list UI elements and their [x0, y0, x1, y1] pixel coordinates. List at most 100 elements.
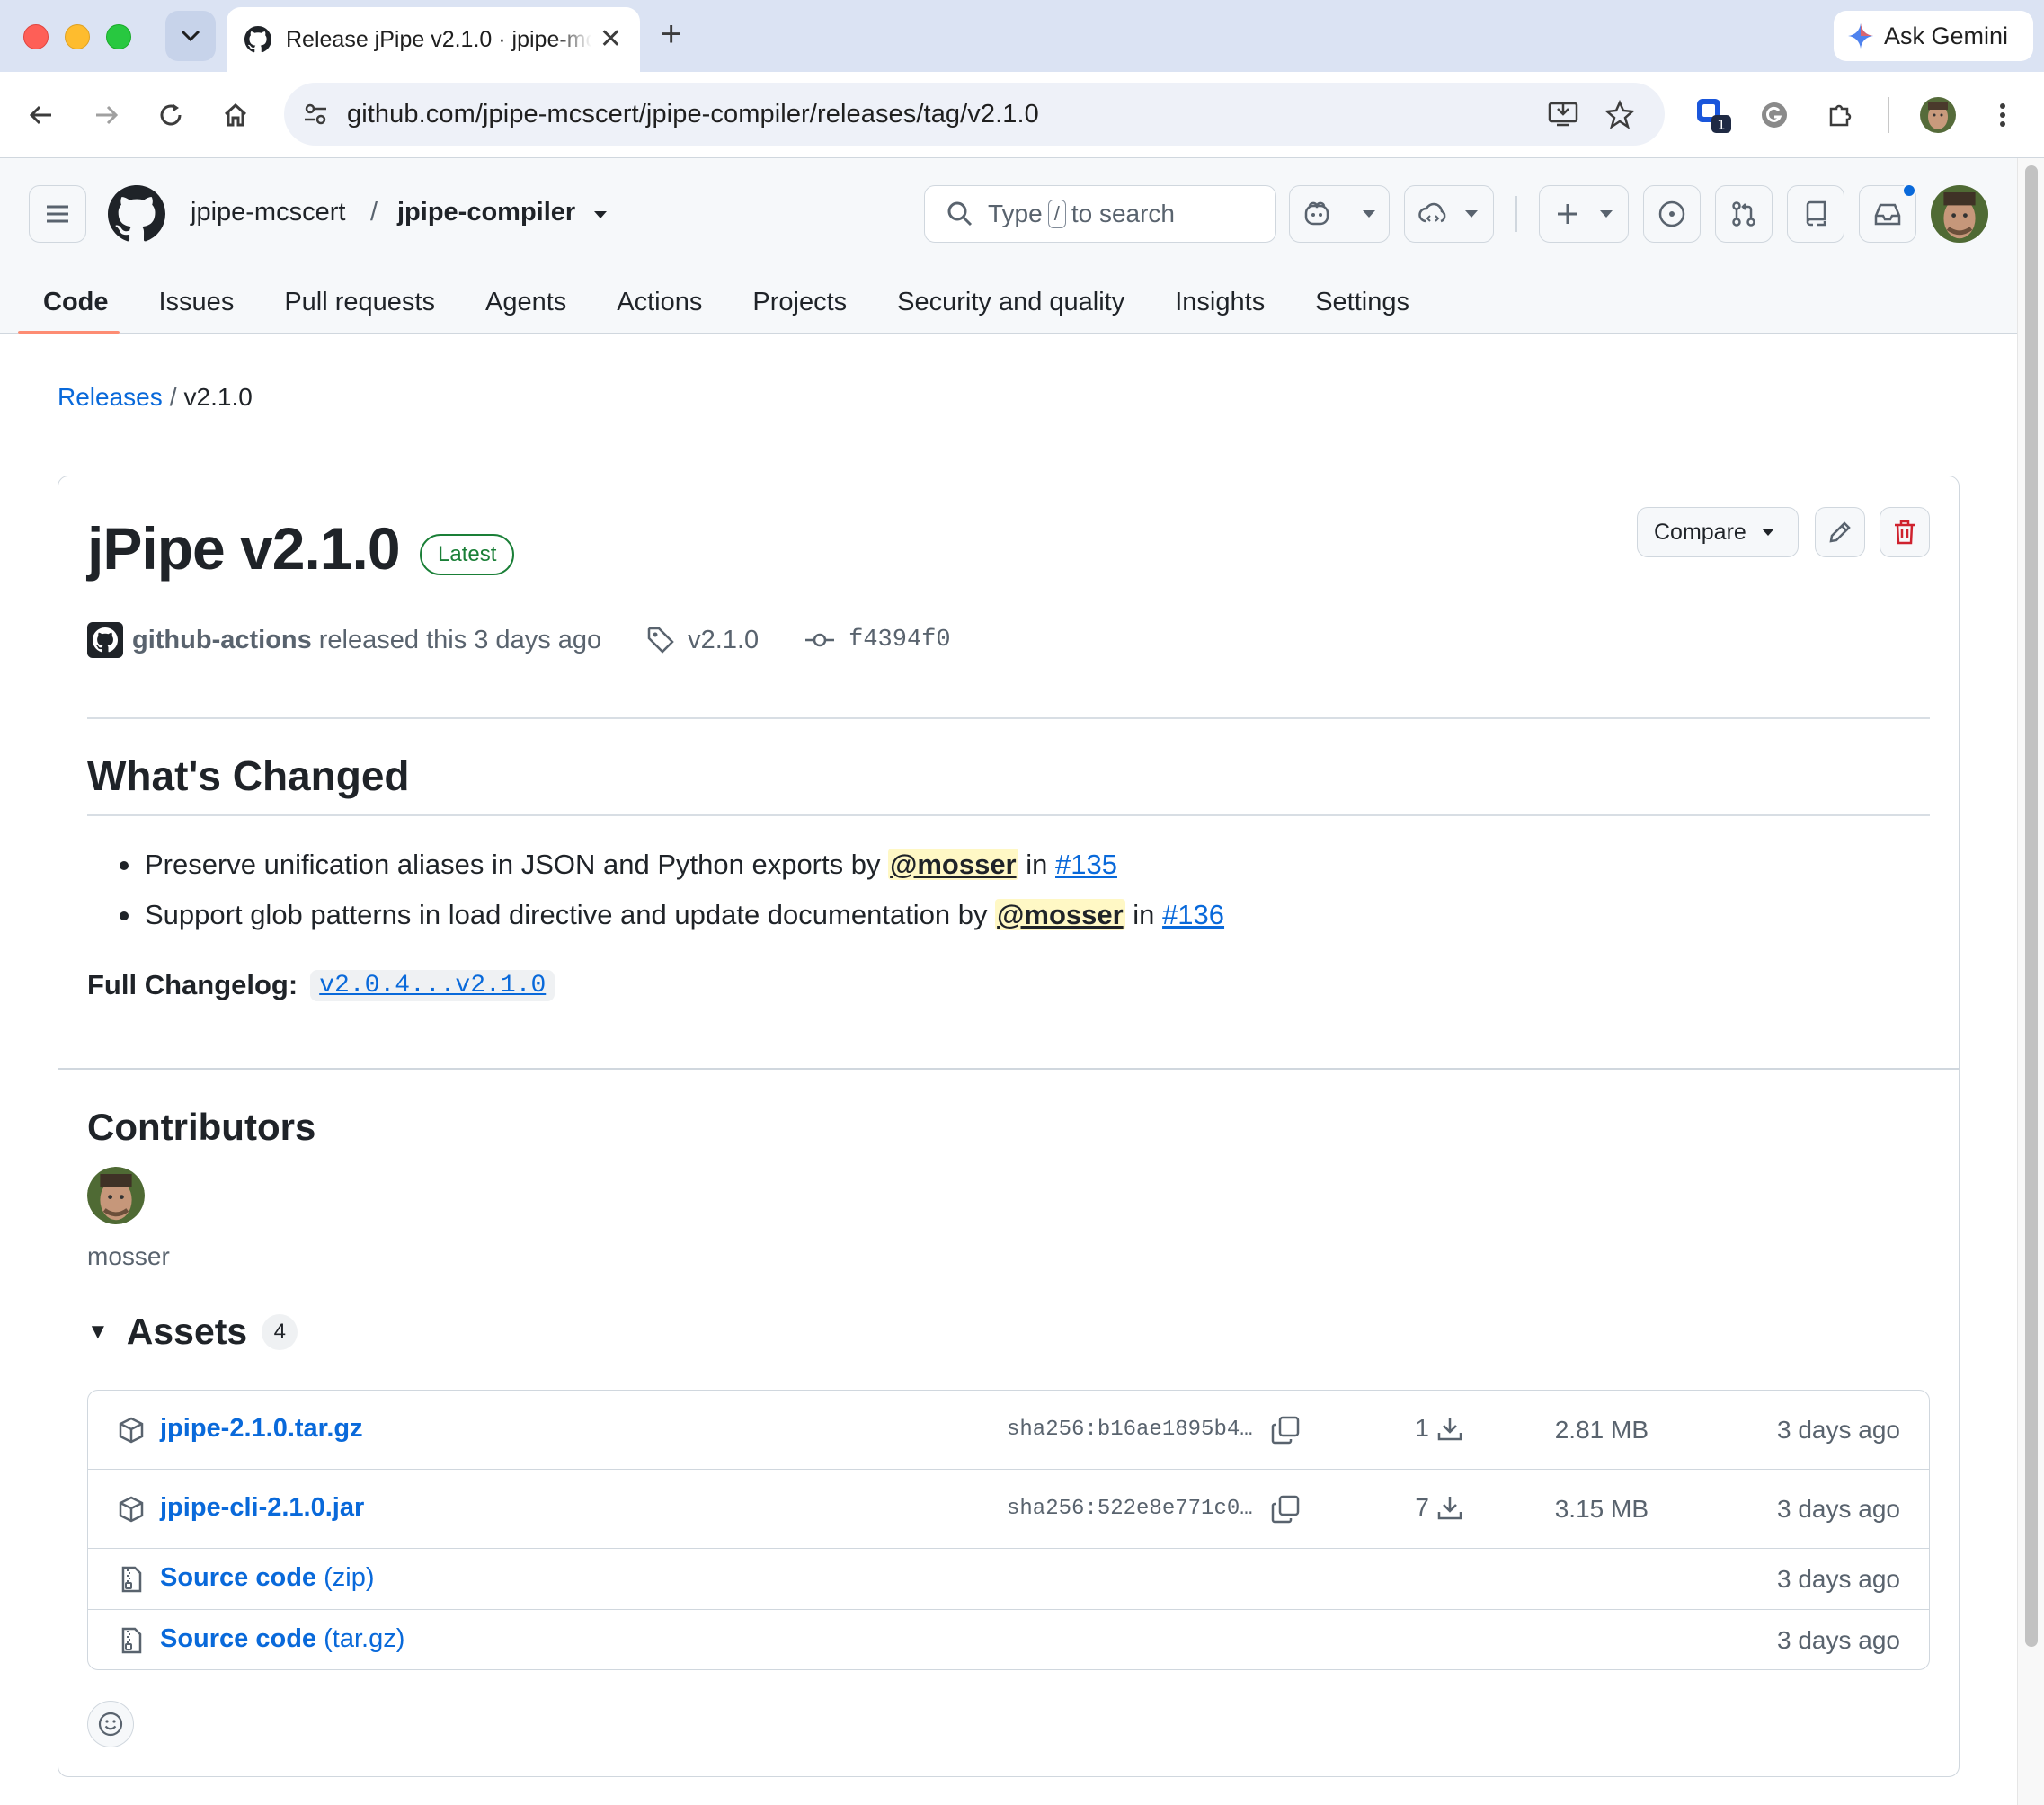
github-logo-icon[interactable]: [108, 185, 165, 243]
search-input[interactable]: Type / to search: [924, 185, 1276, 243]
user-avatar[interactable]: [1931, 185, 1988, 243]
extension-tasks-button[interactable]: 1: [1692, 93, 1735, 137]
tab-search-button[interactable]: [165, 11, 216, 61]
copy-icon[interactable]: [1269, 1414, 1302, 1446]
ask-gemini-button[interactable]: Ask Gemini: [1834, 11, 2033, 61]
add-reaction-button[interactable]: [87, 1701, 134, 1747]
window-minimize-button[interactable]: [65, 24, 90, 49]
reload-button[interactable]: [149, 93, 192, 137]
copilot-button[interactable]: [1289, 185, 1390, 243]
table-row: jpipe-2.1.0.tar.gz sha256:b16ae1895b4… 1…: [88, 1391, 1929, 1470]
edit-release-button[interactable]: [1815, 507, 1865, 557]
profile-button[interactable]: [1916, 93, 1960, 137]
source-code-zip-link[interactable]: Source code (zip): [160, 1563, 375, 1593]
release-title[interactable]: jPipe v2.1.0: [87, 514, 401, 582]
file-zip-icon: [121, 1627, 142, 1654]
reload-icon: [160, 104, 182, 126]
source-code-targz-link[interactable]: Source code (tar.gz): [160, 1624, 404, 1654]
github-actions-avatar[interactable]: [87, 622, 123, 658]
forward-button[interactable]: [84, 93, 128, 137]
page-scrollbar[interactable]: [2017, 158, 2044, 1805]
caret-down-icon[interactable]: [1362, 209, 1376, 218]
release-commit-link[interactable]: f4394f0: [849, 627, 950, 654]
table-row: jpipe-cli-2.1.0.jar sha256:522e8e771c0… …: [88, 1470, 1929, 1549]
back-button[interactable]: [20, 93, 63, 137]
asset-date: 3 days ago: [1777, 1416, 1900, 1444]
contributor-avatar[interactable]: [87, 1167, 145, 1224]
repo-icon: [1806, 200, 1826, 227]
delete-release-button[interactable]: [1880, 507, 1930, 557]
window-maximize-button[interactable]: [106, 24, 131, 49]
tab-projects[interactable]: Projects: [727, 270, 872, 334]
ask-gemini-label: Ask Gemini: [1884, 22, 2009, 49]
chrome-menu-button[interactable]: [1981, 93, 2024, 137]
gemini-sparkle-icon: [1848, 23, 1873, 49]
git-commit-icon: [805, 633, 835, 647]
repo-owner-link[interactable]: jpipe-mcscert: [191, 198, 345, 227]
file-zip-icon: [121, 1566, 142, 1593]
browser-tab-active[interactable]: Release jPipe v2.1.0 · jpipe-mcscert/jpi…: [227, 7, 640, 72]
heading-underline: [87, 814, 1930, 816]
release-author-link[interactable]: github-actions: [132, 626, 312, 655]
issues-button[interactable]: [1643, 185, 1701, 243]
table-row: Source code (zip) 3 days ago: [88, 1549, 1929, 1610]
repo-path-separator: /: [370, 198, 378, 227]
new-tab-button[interactable]: +: [661, 16, 681, 52]
assets-count-badge: 4: [262, 1313, 298, 1350]
tab-code[interactable]: Code: [0, 270, 134, 334]
release-meta: github-actions released this 3 days ago …: [87, 620, 951, 660]
bookmark-star-icon[interactable]: [1605, 100, 1634, 129]
site-settings-icon[interactable]: [302, 101, 329, 128]
package-icon: [119, 1417, 144, 1444]
pull-request-link[interactable]: #135: [1055, 849, 1117, 880]
asset-name-link[interactable]: jpipe-cli-2.1.0.jar: [160, 1493, 364, 1523]
asset-download-count: 1: [1415, 1414, 1429, 1442]
change-text: Support glob patterns in load directive …: [145, 899, 988, 930]
breadcrumb-releases-link[interactable]: Releases: [58, 383, 163, 411]
global-nav-menu-button[interactable]: [29, 185, 86, 243]
changelog-compare-link[interactable]: v2.0.4...v2.1.0: [310, 969, 555, 1001]
asset-sha: sha256:b16ae1895b4…: [1007, 1418, 1253, 1442]
tab-actions[interactable]: Actions: [591, 270, 727, 334]
compare-button[interactable]: Compare: [1637, 507, 1799, 557]
repo-name-link[interactable]: jpipe-compiler: [397, 198, 575, 227]
tab-pull-requests[interactable]: Pull requests: [259, 270, 460, 334]
install-app-icon[interactable]: [1548, 100, 1578, 129]
home-button[interactable]: [214, 93, 257, 137]
contributor-name[interactable]: mosser: [87, 1242, 170, 1271]
tab-settings[interactable]: Settings: [1290, 270, 1435, 334]
window-close-button[interactable]: [23, 24, 49, 49]
pull-requests-button[interactable]: [1715, 185, 1773, 243]
github-header: jpipe-mcscert / jpipe-compiler Type / to…: [0, 158, 2017, 334]
asset-name-link[interactable]: jpipe-2.1.0.tar.gz: [160, 1414, 363, 1444]
tab-insights[interactable]: Insights: [1150, 270, 1290, 334]
pull-request-link[interactable]: #136: [1162, 899, 1224, 930]
source-code-label: Source code: [160, 1563, 317, 1592]
tab-agents[interactable]: Agents: [460, 270, 591, 334]
scrollbar-thumb[interactable]: [2025, 165, 2038, 1647]
list-item: Support glob patterns in load directive …: [87, 890, 1224, 940]
user-mention-link[interactable]: @mosser: [995, 899, 1125, 930]
inbox-icon: [1874, 203, 1901, 226]
extension-tasks-icon: 1: [1697, 99, 1731, 133]
asset-size: 3.15 MB: [1554, 1495, 1649, 1523]
repositories-button[interactable]: [1787, 185, 1844, 243]
grammarly-extension-button[interactable]: [1753, 93, 1796, 137]
asset-downloads: 1: [1355, 1414, 1463, 1443]
tab-close-icon[interactable]: ✕: [600, 26, 622, 53]
tab-issues[interactable]: Issues: [134, 270, 260, 334]
copy-icon[interactable]: [1269, 1493, 1302, 1525]
extensions-button[interactable]: [1819, 93, 1862, 137]
user-mention-link[interactable]: @mosser: [888, 849, 1018, 880]
asset-download-count: 7: [1415, 1493, 1429, 1521]
assets-toggle[interactable]: ▼ Assets 4: [87, 1311, 298, 1353]
create-new-button[interactable]: [1539, 185, 1629, 243]
codespaces-button[interactable]: [1404, 185, 1494, 243]
card-section-divider: [58, 1068, 1959, 1070]
repo-switcher-caret-icon[interactable]: [593, 210, 608, 219]
tab-security-and-quality[interactable]: Security and quality: [872, 270, 1150, 334]
release-tag-link[interactable]: v2.1.0: [688, 626, 759, 655]
download-icon: [1437, 1497, 1462, 1520]
cloud-code-icon: [1418, 202, 1446, 223]
address-bar[interactable]: github.com/jpipe-mcscert/jpipe-compiler/…: [284, 83, 1665, 146]
